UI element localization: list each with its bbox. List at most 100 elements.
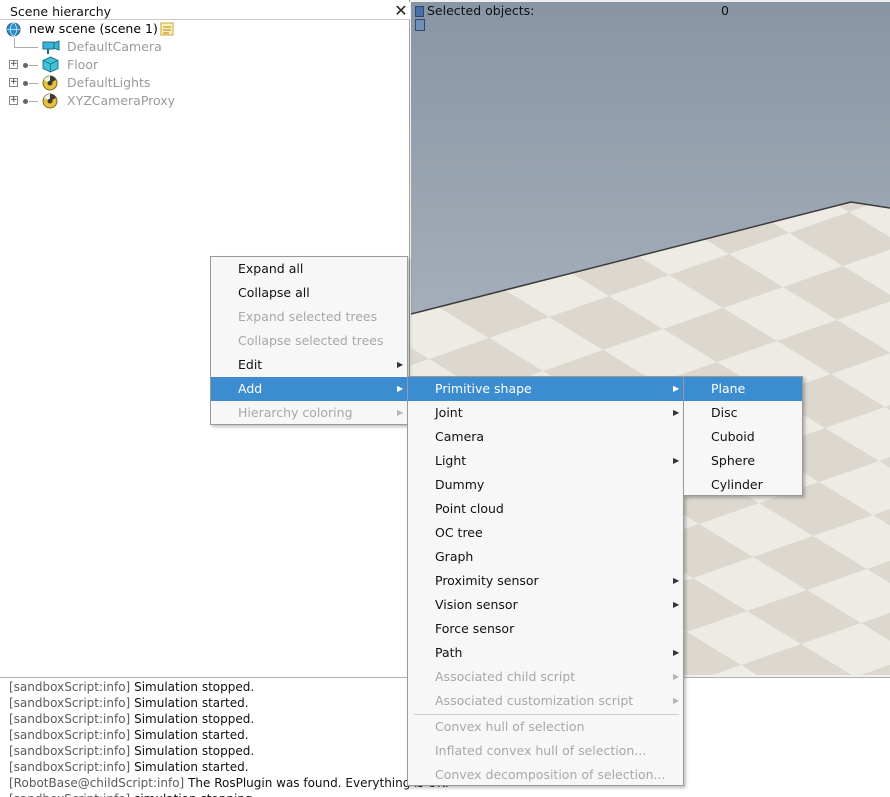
- console-message: Simulation started.: [134, 728, 249, 742]
- console-tag: [sandboxScript:info]: [9, 680, 131, 694]
- menu-item-light[interactable]: Light ▶: [408, 449, 683, 473]
- menu-item-label: Edit: [238, 357, 263, 372]
- hierarchy-header: Scene hierarchy ✕: [0, 2, 410, 20]
- menu-item-cylinder[interactable]: Cylinder: [684, 473, 802, 497]
- menu-item-expand-all[interactable]: Expand all: [211, 257, 407, 281]
- tree-line: [29, 101, 38, 102]
- tree-line: [29, 65, 38, 66]
- menu-item-cuboid[interactable]: Cuboid: [684, 425, 802, 449]
- menu-item-point-cloud[interactable]: Point cloud: [408, 497, 683, 521]
- console-message: Simulation stopped.: [134, 744, 255, 758]
- console-tag: [sandboxScript:info]: [9, 712, 131, 726]
- submenu-arrow-icon: ▶: [397, 360, 404, 369]
- tree-item-defaultlights[interactable]: + DefaultLights: [0, 74, 300, 92]
- console-line: [sandboxScript:info] Simulation started.: [9, 727, 249, 743]
- tree-item-defaultcamera[interactable]: DefaultCamera: [0, 38, 300, 56]
- hierarchy-context-menu: Expand all Collapse all Expand selected tr…: [210, 256, 408, 425]
- console-line: [sandboxScript:info] Simulation started.: [9, 695, 249, 711]
- menu-item-collapse-all[interactable]: Collapse all: [211, 281, 407, 305]
- menu-item-hierarchy-coloring[interactable]: Hierarchy coloring ▶: [211, 401, 407, 425]
- menu-item-associated-child-script[interactable]: Associated child script ▶: [408, 665, 683, 689]
- menu-item-sphere[interactable]: Sphere: [684, 449, 802, 473]
- menu-item-add[interactable]: Add ▶: [211, 377, 407, 401]
- menu-item-label: Inflated convex hull of selection...: [435, 743, 647, 758]
- menu-item-label: Collapse all: [238, 285, 310, 300]
- submenu-arrow-icon: ▶: [673, 600, 680, 609]
- menu-item-label: Sphere: [711, 453, 756, 468]
- view-mode-button[interactable]: [415, 19, 425, 31]
- console-message: Simulation stopped.: [134, 712, 255, 726]
- console-message: Simulation started.: [134, 696, 249, 710]
- submenu-arrow-icon: ▶: [673, 648, 680, 657]
- console-line: [sandboxScript:info] Simulation stopped.: [9, 679, 254, 695]
- menu-item-label: Path: [435, 645, 463, 660]
- tree-item-xyzcameraproxy[interactable]: + XYZCameraProxy: [0, 92, 300, 110]
- console-line: [RobotBase@childScript:info] The RosPlug…: [9, 775, 449, 791]
- menu-item-disc[interactable]: Disc: [684, 401, 802, 425]
- submenu-arrow-icon: ▶: [673, 672, 680, 681]
- submenu-arrow-icon: ▶: [673, 456, 680, 465]
- menu-item-primitive-shape[interactable]: Primitive shape ▶: [408, 377, 683, 401]
- expand-icon[interactable]: +: [9, 78, 18, 87]
- tree-item-floor[interactable]: + Floor: [0, 56, 300, 74]
- console-tag: [sandboxScript:info]: [9, 728, 131, 742]
- menu-item-label: Vision sensor: [435, 597, 518, 612]
- console-line: [sandboxScript:info] Simulation started.: [9, 759, 249, 775]
- connector-dot: [23, 99, 28, 104]
- menu-item-label: Light: [435, 453, 467, 468]
- submenu-arrow-icon: ▶: [673, 408, 680, 417]
- expand-icon[interactable]: +: [9, 96, 18, 105]
- console-tag: [RobotBase@childScript:info]: [9, 776, 185, 790]
- menu-item-force-sensor[interactable]: Force sensor: [408, 617, 683, 641]
- menu-item-expand-selected-trees[interactable]: Expand selected trees: [211, 305, 407, 329]
- expand-icon[interactable]: +: [9, 60, 18, 69]
- console-message: Simulation started.: [134, 760, 249, 774]
- menu-item-edit[interactable]: Edit ▶: [211, 353, 407, 377]
- menu-item-label: Cylinder: [711, 477, 763, 492]
- menu-item-proximity-sensor[interactable]: Proximity sensor ▶: [408, 569, 683, 593]
- console-tag: [sandboxScript:info]: [9, 744, 131, 758]
- scene-label: new scene (scene 1): [29, 21, 158, 36]
- submenu-arrow-icon: ▶: [673, 576, 680, 585]
- menu-item-dummy[interactable]: Dummy: [408, 473, 683, 497]
- primitive-shape-submenu: Plane Disc Cuboid Sphere Cylinder: [683, 376, 803, 496]
- menu-item-vision-sensor[interactable]: Vision sensor ▶: [408, 593, 683, 617]
- menu-item-label: Primitive shape: [435, 381, 532, 396]
- menu-item-collapse-selected-trees[interactable]: Collapse selected trees: [211, 329, 407, 353]
- menu-item-label: Proximity sensor: [435, 573, 539, 588]
- menu-item-label: Hierarchy coloring: [238, 405, 353, 420]
- menu-item-joint[interactable]: Joint ▶: [408, 401, 683, 425]
- menu-item-plane[interactable]: Plane: [684, 377, 802, 401]
- console-tag: [sandboxScript:info]: [9, 792, 130, 797]
- menu-item-path[interactable]: Path ▶: [408, 641, 683, 665]
- close-icon[interactable]: ✕: [393, 2, 409, 20]
- submenu-arrow-icon: ▶: [673, 696, 680, 705]
- tree-item-label: DefaultCamera: [67, 39, 162, 54]
- menu-item-label: Camera: [435, 429, 485, 444]
- menu-item-camera[interactable]: Camera: [408, 425, 683, 449]
- console-line: [sandboxScript:info] Simulation stopped.: [9, 743, 254, 759]
- menu-item-graph[interactable]: Graph: [408, 545, 683, 569]
- console-line: [sandboxScript:info] simulation stopping…: [9, 791, 264, 797]
- menu-item-label: Dummy: [435, 477, 485, 492]
- menu-item-oc-tree[interactable]: OC tree: [408, 521, 683, 545]
- connector-dot: [23, 63, 28, 68]
- menu-item-label: Disc: [711, 405, 738, 420]
- menu-item-label: Graph: [435, 549, 474, 564]
- connector-dot: [23, 81, 28, 86]
- menu-item-label: Expand all: [238, 261, 304, 276]
- menu-item-convex-decomposition-of-selection[interactable]: Convex decomposition of selection...: [408, 763, 683, 787]
- submenu-arrow-icon: ▶: [673, 384, 680, 393]
- tree-item-label: DefaultLights: [67, 75, 151, 90]
- console-message: Simulation stopped.: [134, 680, 255, 694]
- menu-item-associated-customization-script[interactable]: Associated customization script ▶: [408, 689, 683, 713]
- menu-item-label: Plane: [711, 381, 746, 396]
- menu-item-label: Force sensor: [435, 621, 515, 636]
- menu-item-label: Point cloud: [435, 501, 504, 516]
- menu-item-inflated-convex-hull-of-selection[interactable]: Inflated convex hull of selection...: [408, 739, 683, 763]
- menu-item-label: Associated customization script: [435, 693, 634, 708]
- menu-item-label: Cuboid: [711, 429, 755, 444]
- menu-item-label: Joint: [435, 405, 463, 420]
- menu-item-label: Collapse selected trees: [238, 333, 384, 348]
- menu-item-convex-hull-of-selection[interactable]: Convex hull of selection: [408, 715, 683, 739]
